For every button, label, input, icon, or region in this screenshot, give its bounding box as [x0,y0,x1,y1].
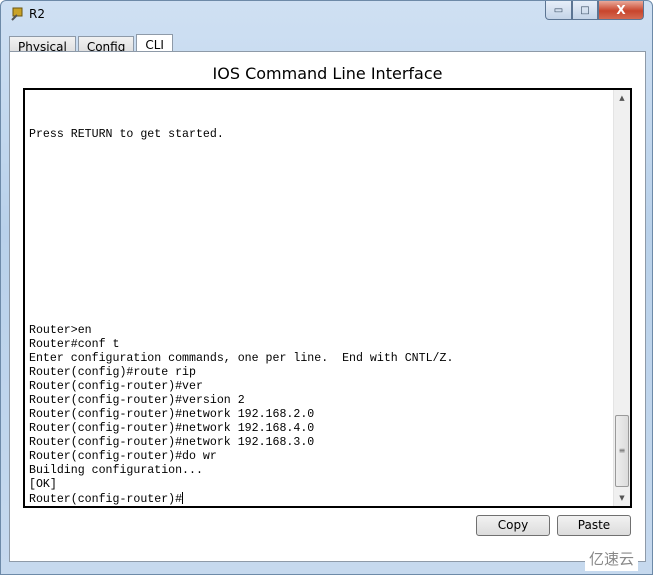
terminal-prompt: Router(config-router)# [29,493,183,506]
terminal-lines: Press RETURN to get started. Router>en Ro… [29,100,454,506]
window-title: R2 [29,7,45,21]
terminal-line: Router(config-router)#do wr [29,450,217,463]
terminal-line: Router(config-router)#network 192.168.3.… [29,436,315,449]
vertical-scrollbar[interactable]: ▲ ≡ ▼ [613,90,630,506]
terminal-line: Press RETURN to get started. [29,128,224,141]
terminal-line: Router(config-router)#version 2 [29,394,245,407]
maximize-button[interactable]: □ [572,1,598,20]
terminal-prompt-line[interactable]: Router(config-router)# [29,492,453,506]
scroll-thumb[interactable]: ≡ [615,415,629,487]
scroll-down-icon[interactable]: ▼ [614,490,630,506]
terminal-line: Building configuration... [29,464,203,477]
terminal-line: Enter configuration commands, one per li… [29,352,454,365]
terminal-line: Router(config-router)#ver [29,380,203,393]
cli-panel: IOS Command Line Interface Press RETURN … [9,51,646,562]
scroll-up-icon[interactable]: ▲ [614,90,630,106]
terminal-line: Router#conf t [29,338,120,351]
watermark-logo: 亿速云 [584,546,638,571]
terminal-output[interactable]: Press RETURN to get started. Router>en Ro… [23,88,632,508]
cli-window: R2 ▭ □ X Physical Config CLI IOS Command… [0,0,653,575]
copy-button[interactable]: Copy [476,515,550,536]
paste-button[interactable]: Paste [557,515,631,536]
minimize-button[interactable]: ▭ [545,1,572,20]
terminal-line: Router(config-router)#network 192.168.4.… [29,422,315,435]
text-cursor [182,492,184,504]
terminal-line: Router(config-router)#network 192.168.2.… [29,408,315,421]
close-button[interactable]: X [598,1,644,20]
terminal-line: [OK] [29,478,57,491]
panel-heading: IOS Command Line Interface [212,64,443,83]
terminal-line: Router(config)#route rip [29,366,196,379]
router-app-icon [11,7,23,21]
terminal-line: Router>en [29,324,92,337]
